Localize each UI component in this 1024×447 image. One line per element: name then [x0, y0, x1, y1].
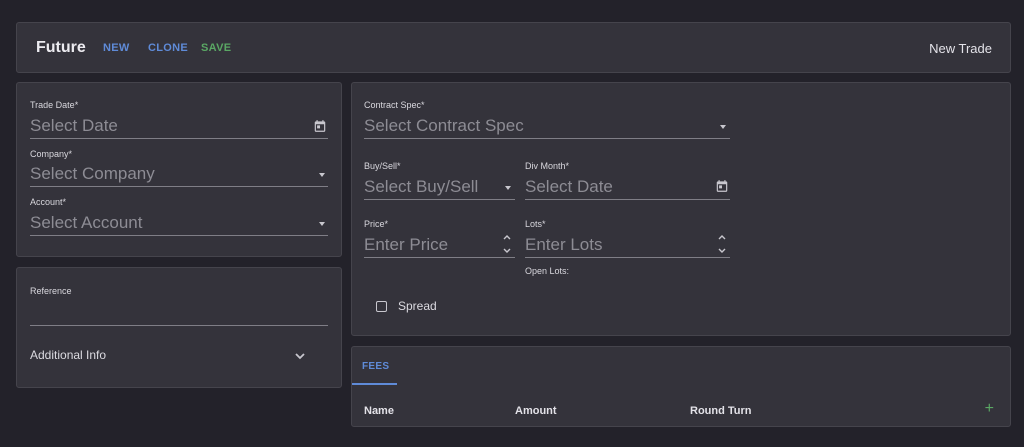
- trade-date-label: Trade Date*: [30, 100, 79, 110]
- reference-card: Reference Additional Info: [16, 267, 342, 388]
- contract-card: Contract Spec* Select Contract Spec Buy/…: [351, 82, 1011, 336]
- lots-label: Lots*: [525, 219, 546, 229]
- buy-sell-placeholder: Select Buy/Sell: [364, 177, 479, 196]
- reference-label: Reference: [30, 286, 72, 296]
- fees-card: FEES Name Amount Round Turn +: [351, 346, 1011, 427]
- div-month-label: Div Month*: [525, 161, 570, 171]
- div-month-field[interactable]: Select Date: [525, 174, 730, 200]
- chevron-down-icon: [505, 186, 511, 190]
- chevron-down-icon: [720, 125, 726, 129]
- lots-input[interactable]: Enter Lots: [525, 232, 730, 258]
- contract-spec-label: Contract Spec*: [364, 100, 425, 110]
- tab-fees[interactable]: FEES: [362, 361, 389, 372]
- fees-column-round-turn: Round Turn: [690, 405, 752, 417]
- new-button[interactable]: NEW: [103, 42, 130, 54]
- plus-icon[interactable]: +: [985, 401, 994, 417]
- account-label: Account*: [30, 197, 67, 207]
- number-stepper-icon[interactable]: [502, 233, 512, 255]
- company-label: Company*: [30, 149, 73, 159]
- company-placeholder: Select Company: [30, 164, 155, 183]
- div-month-placeholder: Select Date: [525, 177, 613, 196]
- number-stepper-icon[interactable]: [717, 233, 727, 255]
- buy-sell-select[interactable]: Select Buy/Sell: [364, 174, 515, 200]
- trade-details-card: Trade Date* Select Date Company* Select …: [16, 82, 342, 257]
- fees-column-amount: Amount: [515, 405, 557, 417]
- header-bar: Future NEW CLONE SAVE New Trade: [16, 22, 1011, 73]
- chevron-down-icon[interactable]: [294, 348, 306, 366]
- spread-checkbox[interactable]: [376, 301, 387, 312]
- save-button[interactable]: SAVE: [201, 42, 231, 54]
- fees-column-name: Name: [364, 405, 394, 417]
- open-lots-label: Open Lots:: [525, 266, 570, 276]
- lots-placeholder: Enter Lots: [525, 235, 603, 254]
- trade-date-field[interactable]: Select Date: [30, 113, 328, 139]
- account-select[interactable]: Select Account: [30, 210, 328, 236]
- additional-info-label[interactable]: Additional Info: [30, 348, 106, 362]
- price-input[interactable]: Enter Price: [364, 232, 515, 258]
- company-select[interactable]: Select Company: [30, 161, 328, 187]
- chevron-down-icon: [319, 173, 325, 177]
- trade-date-placeholder: Select Date: [30, 116, 118, 135]
- calendar-icon[interactable]: [715, 179, 729, 193]
- chevron-down-icon: [319, 222, 325, 226]
- clone-button[interactable]: CLONE: [148, 42, 188, 54]
- calendar-icon[interactable]: [313, 119, 327, 133]
- contract-spec-select[interactable]: Select Contract Spec: [364, 113, 730, 139]
- tab-active-indicator: [352, 383, 397, 385]
- spread-label[interactable]: Spread: [398, 299, 437, 313]
- account-placeholder: Select Account: [30, 213, 143, 232]
- price-placeholder: Enter Price: [364, 235, 449, 254]
- buy-sell-label: Buy/Sell*: [364, 161, 401, 171]
- reference-input[interactable]: [30, 300, 328, 326]
- form-mode-title: New Trade: [929, 41, 992, 56]
- page-title: Future: [36, 39, 86, 56]
- contract-spec-placeholder: Select Contract Spec: [364, 116, 524, 135]
- price-label: Price*: [364, 219, 389, 229]
